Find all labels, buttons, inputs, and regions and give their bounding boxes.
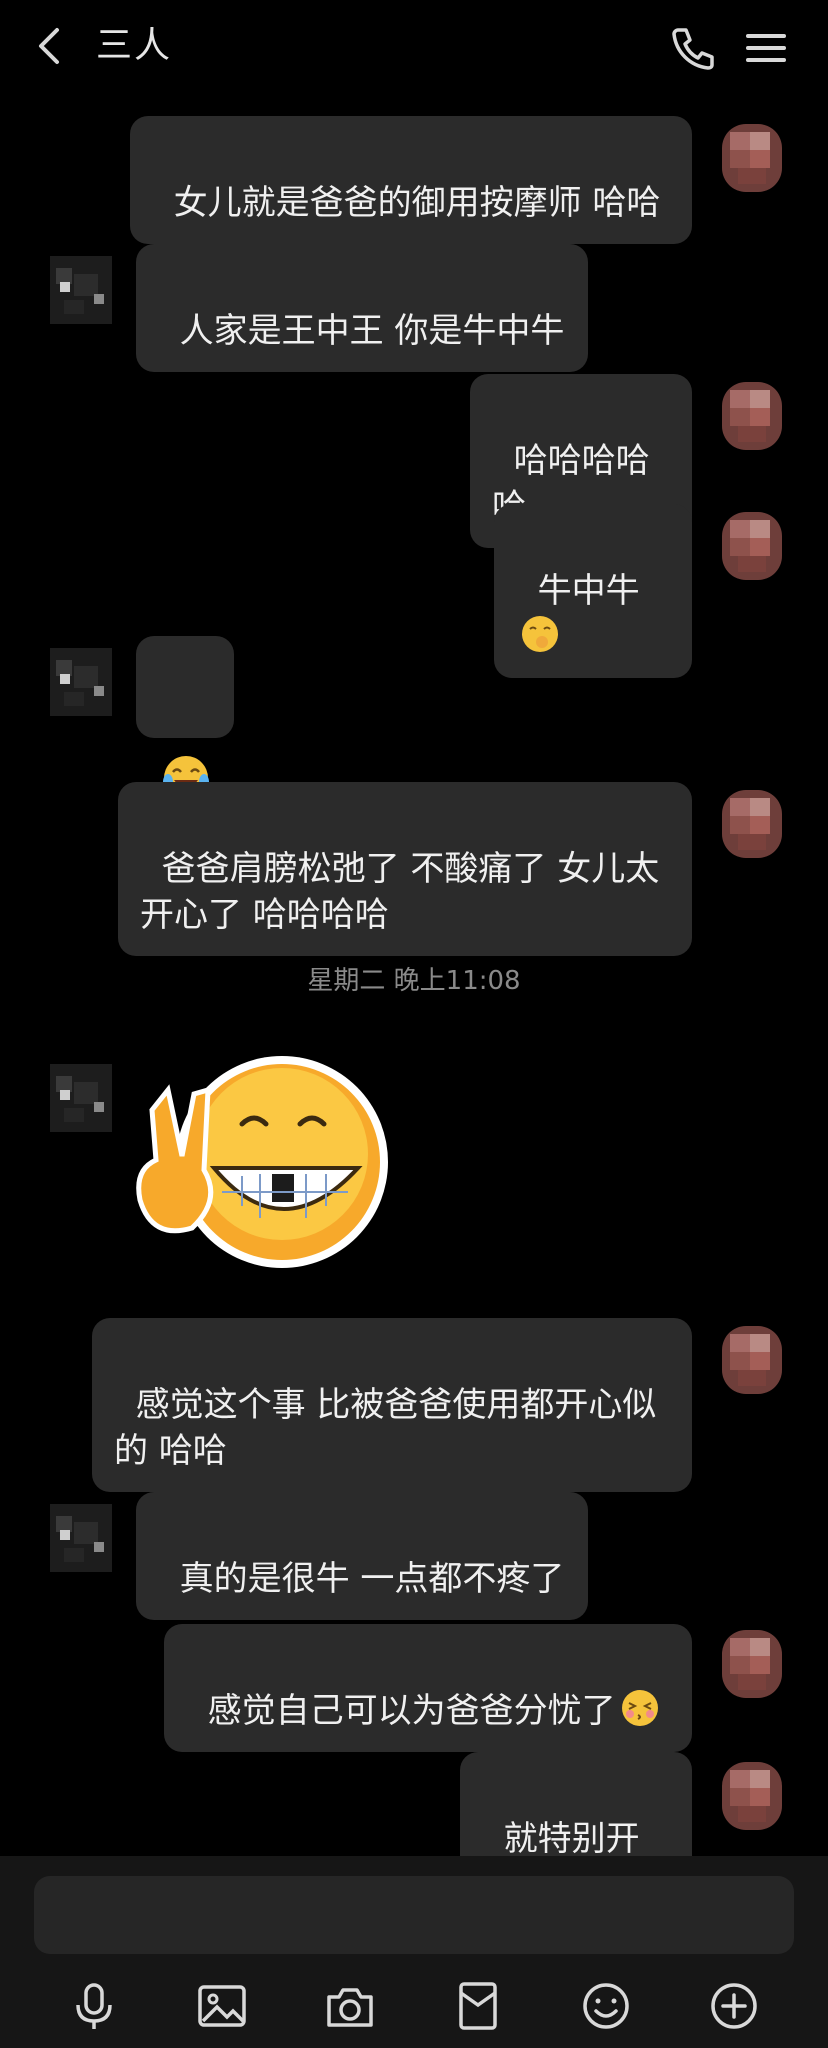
avatar-self[interactable]: [710, 374, 794, 458]
avatar-self[interactable]: [710, 504, 794, 588]
voice-button[interactable]: [64, 1976, 124, 2036]
message-bubble[interactable]: 感觉自己可以为爸爸分忧了: [164, 1624, 692, 1752]
message-text: 感觉自己可以为爸爸分忧了: [207, 1691, 616, 1731]
pixelated-avatar-icon: [50, 1064, 112, 1132]
message-text: 人家是王中王 你是牛中牛: [179, 311, 565, 351]
giggle-emoji-icon: [522, 616, 558, 652]
camera-icon: [327, 1988, 373, 2027]
message-bubble[interactable]: 女儿就是爸爸的御用按摩师 哈哈: [130, 116, 692, 244]
phone-icon: [672, 28, 714, 70]
pixelated-avatar-icon: [722, 382, 782, 450]
chevron-left-icon: [39, 28, 59, 64]
pixelated-avatar-icon: [50, 1504, 112, 1572]
composer-bar: [0, 1856, 828, 2048]
victory-grin-sticker-icon[interactable]: [132, 1050, 432, 1280]
timestamp: 星期二 晚上11:08: [307, 966, 521, 996]
avatar-self[interactable]: [710, 116, 794, 200]
kiss-emoji-icon: [621, 1690, 658, 1726]
chat-title: 三人: [96, 25, 173, 66]
microphone-icon: [76, 1983, 112, 2029]
red-packet-icon: [459, 1982, 497, 2030]
avatar-contact[interactable]: [40, 248, 124, 332]
avatar-self[interactable]: [710, 782, 794, 866]
call-button[interactable]: [668, 22, 720, 74]
message-text: 感觉这个事 比被爸爸使用都开心似 的 哈哈: [114, 1385, 657, 1471]
pixelated-avatar-icon: [722, 124, 782, 192]
red-packet-button[interactable]: [448, 1976, 508, 2036]
image-icon: [198, 1985, 246, 2027]
hamburger-menu-icon: [746, 34, 786, 62]
pixelated-avatar-icon: [722, 790, 782, 858]
message-bubble[interactable]: 爸爸肩膀松弛了 不酸痛了 女儿太 开心了 哈哈哈哈: [118, 782, 692, 956]
pixelated-avatar-icon: [722, 1762, 782, 1830]
message-bubble[interactable]: 感觉这个事 比被爸爸使用都开心似 的 哈哈: [92, 1318, 692, 1492]
pixelated-avatar-icon: [50, 256, 112, 324]
pixelated-avatar-icon: [722, 512, 782, 580]
message-text: 真的是很牛 一点都不疼了: [179, 1559, 565, 1599]
message-input[interactable]: [34, 1876, 794, 1954]
composer-toolbar: [0, 1968, 828, 2048]
camera-button[interactable]: [320, 1976, 380, 2036]
smiley-icon: [583, 1983, 629, 2029]
avatar-self[interactable]: [710, 1754, 794, 1838]
message-text: 女儿就是爸爸的御用按摩师 哈哈: [173, 183, 661, 223]
pixelated-avatar-icon: [50, 648, 112, 716]
chat-header: 三人: [0, 0, 828, 96]
avatar-contact[interactable]: [40, 1056, 124, 1140]
avatar-self[interactable]: [710, 1622, 794, 1706]
message-text: 牛中牛: [537, 571, 640, 611]
message-text: 爸爸肩膀松弛了 不酸痛了 女儿太 开心了 哈哈哈哈: [140, 849, 660, 935]
message-bubble[interactable]: 真的是很牛 一点都不疼了: [136, 1492, 588, 1620]
avatar-contact[interactable]: [40, 1496, 124, 1580]
message-bubble[interactable]: 人家是王中王 你是牛中牛: [136, 244, 588, 372]
avatar-contact[interactable]: [40, 640, 124, 724]
menu-button[interactable]: [740, 22, 792, 74]
message-bubble[interactable]: 牛中牛: [494, 504, 692, 678]
pixelated-avatar-icon: [722, 1326, 782, 1394]
back-button[interactable]: [28, 22, 68, 70]
plus-icon: [711, 1983, 757, 2029]
avatar-self[interactable]: [710, 1318, 794, 1402]
more-button[interactable]: [704, 1976, 764, 2036]
image-button[interactable]: [192, 1976, 252, 2036]
pixelated-avatar-icon: [722, 1630, 782, 1698]
emoji-button[interactable]: [576, 1976, 636, 2036]
message-bubble[interactable]: [136, 636, 234, 800]
